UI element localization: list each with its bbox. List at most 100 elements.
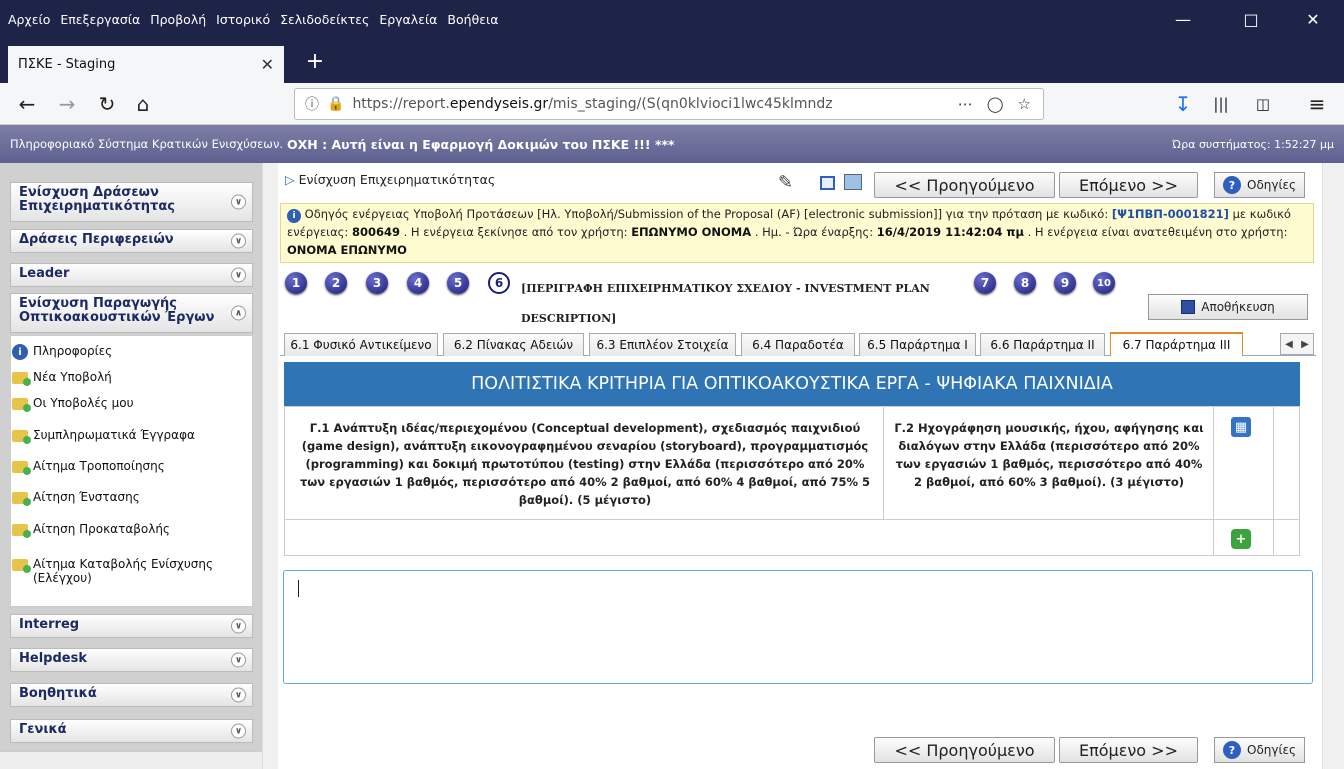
info-text: . Ημ. - Ώρα έναρξης: (754, 225, 874, 239)
sidebar-item-new-submission[interactable]: Νέα Υποβολή (12, 370, 237, 386)
url-bar[interactable]: ⓘ 🔒 https://report. ependyseis.gr/mis_sta… (294, 88, 1044, 120)
download-icon[interactable]: ↧ (1166, 83, 1200, 125)
table-view-icon[interactable] (820, 176, 835, 190)
chevron-down-icon[interactable]: ∨ (231, 267, 246, 283)
menu-file[interactable]: Αρχείο (8, 12, 50, 27)
comment-textarea[interactable] (283, 570, 1313, 684)
save-label: Αποθήκευση (1201, 300, 1275, 314)
page-actions-icon[interactable]: ⋯ (958, 95, 973, 113)
edit-note-icon[interactable]: ✎ (778, 172, 793, 193)
add-row-icon[interactable]: + (1231, 529, 1251, 549)
home-icon[interactable]: ⌂ (126, 83, 160, 125)
tab-6-7[interactable]: 6.7 Παράρτημα ΙΙΙ (1110, 332, 1243, 356)
section-label: Δράσεις Περιφερειών (19, 232, 174, 247)
action-info-box: i Οδηγός ενέργειας Υποβολή Προτάσεων [Ηλ… (280, 203, 1314, 263)
chevron-down-icon[interactable]: ∨ (231, 687, 246, 703)
bookmark-star-icon[interactable]: ☆ (1018, 95, 1031, 113)
tab-scroll-arrows: ◀ ▶ (1280, 333, 1314, 355)
help-button[interactable]: ? Οδηγίες (1214, 172, 1306, 198)
row-divider (285, 519, 1299, 520)
sidebar-section-leader[interactable]: Leader ∨ (10, 263, 253, 287)
close-tab-icon[interactable]: ✕ (261, 55, 274, 74)
browser-tab[interactable]: ΠΣΚΕ - Staging ✕ (8, 46, 284, 83)
sidebar-vertical-scrollbar[interactable] (262, 163, 278, 769)
next-button-bottom[interactable]: Επόμενο >> (1059, 737, 1198, 763)
tab-scroll-right-icon[interactable]: ▶ (1297, 334, 1313, 354)
save-button[interactable]: Αποθήκευση (1148, 294, 1308, 320)
tab-6-1[interactable]: 6.1 Φυσικό Αντικείμενο (284, 333, 438, 356)
new-tab-icon[interactable]: + (300, 46, 330, 76)
menu-tools[interactable]: Εργαλεία (379, 12, 437, 27)
sidebar-item-my-submissions[interactable]: Οι Υποβολές μου (12, 396, 237, 412)
step-3-button[interactable]: 3 (366, 272, 388, 294)
sidebar-section-auxiliary[interactable]: Βοηθητικά ∨ (10, 683, 253, 707)
sidebar-horizontal-scrollbar[interactable] (0, 751, 262, 769)
maximize-icon[interactable]: □ (1228, 0, 1274, 38)
pocket-icon[interactable]: ◯ (987, 95, 1004, 113)
folder-icon (12, 559, 31, 573)
grid-menu-icon[interactable]: ▦ (1231, 417, 1251, 437)
step-2-button[interactable]: 2 (325, 272, 347, 294)
tab-scroll-left-icon[interactable]: ◀ (1281, 334, 1297, 354)
chevron-down-icon[interactable]: ∨ (231, 618, 246, 634)
info-circle-icon[interactable]: ⓘ (305, 94, 319, 114)
step-8-button[interactable]: 8 (1014, 272, 1036, 294)
back-icon[interactable]: ← (10, 83, 44, 125)
step-4-button[interactable]: 4 (407, 272, 429, 294)
help-button-bottom[interactable]: ? Οδηγίες (1214, 737, 1306, 763)
sidebar-section-regions[interactable]: Δράσεις Περιφερειών ∨ (10, 229, 253, 253)
step-9-button[interactable]: 9 (1054, 272, 1076, 294)
sidebar-toggle-icon[interactable]: ◫ (1246, 83, 1280, 125)
menu-edit[interactable]: Επεξεργασία (60, 12, 140, 27)
main-vertical-scrollbar[interactable] (1322, 163, 1344, 769)
tab-6-5[interactable]: 6.5 Παράρτημα Ι (859, 333, 976, 356)
section-label: Ενίσχυση Δράσεων Επιχειρηματικότητας (19, 185, 175, 214)
library-icon[interactable]: ||| (1204, 83, 1238, 125)
item-label: Αίτημα Τροποποίησης (33, 459, 165, 473)
close-window-icon[interactable]: ✕ (1290, 0, 1336, 38)
app-header: Πληροφοριακό Σύστημα Κρατικών Ενισχύσεων… (0, 125, 1344, 163)
chevron-down-icon[interactable]: ∨ (231, 233, 246, 249)
section-label: Leader (19, 266, 70, 281)
previous-button[interactable]: << Προηγούμενο (874, 172, 1055, 198)
chevron-down-icon[interactable]: ∨ (231, 723, 246, 739)
sidebar-section-entrepreneurship[interactable]: Ενίσχυση Δράσεων Επιχειρηματικότητας ∨ (10, 182, 253, 222)
chevron-down-icon[interactable]: ∨ (231, 194, 246, 210)
step-7-button[interactable]: 7 (974, 272, 996, 294)
menu-help[interactable]: Βοήθεια (447, 12, 498, 27)
previous-button-bottom[interactable]: << Προηγούμενο (874, 737, 1055, 763)
folder-icon (12, 398, 31, 412)
sidebar-item-advance-payment[interactable]: Αίτηση Προκαταβολής (12, 522, 237, 538)
tab-6-6[interactable]: 6.6 Παράρτημα ΙΙ (980, 333, 1105, 356)
sidebar-section-general[interactable]: Γενικά ∨ (10, 719, 253, 743)
image-icon[interactable] (844, 174, 862, 190)
step-6-button[interactable]: 6 (488, 272, 510, 294)
breadcrumb-label[interactable]: Ενίσχυση Επιχειρηματικότητας (299, 172, 496, 187)
menu-history[interactable]: Ιστορικό (216, 12, 270, 27)
hamburger-menu-icon[interactable]: ≡ (1300, 83, 1334, 125)
menu-bookmarks[interactable]: Σελιδοδείκτες (280, 12, 369, 27)
chevron-up-icon[interactable]: ∧ (231, 305, 246, 321)
forward-icon[interactable]: → (50, 83, 84, 125)
sidebar-item-supplementary-docs[interactable]: Συμπληρωματικά Έγγραφα (12, 428, 237, 444)
browser-menu: Αρχείο Επεξεργασία Προβολή Ιστορικό Σελι… (8, 0, 498, 38)
step-1-button[interactable]: 1 (285, 272, 307, 294)
next-button[interactable]: Επόμενο >> (1059, 172, 1198, 198)
reload-icon[interactable]: ↻ (90, 83, 124, 125)
sidebar-item-objection[interactable]: Αίτηση Ένστασης (12, 490, 237, 506)
table-title: ΠΟΛΙΤΙΣΤΙΚΑ ΚΡΙΤΗΡΙΑ ΓΙΑ ΟΠΤΙΚΟΑΚΟΥΣΤΙΚΑ… (284, 362, 1300, 406)
sidebar-section-audiovisual[interactable]: Ενίσχυση Παραγωγής Οπτικοακουστικών Έργω… (10, 293, 253, 333)
sidebar-item-info[interactable]: i Πληροφορίες (12, 344, 237, 360)
menu-view[interactable]: Προβολή (150, 12, 206, 27)
chevron-down-icon[interactable]: ∨ (231, 652, 246, 668)
step-5-button[interactable]: 5 (447, 272, 469, 294)
step-10-button[interactable]: 10 (1093, 272, 1115, 294)
tab-6-4[interactable]: 6.4 Παραδοτέα (741, 333, 855, 356)
sidebar-section-interreg[interactable]: Interreg ∨ (10, 614, 253, 638)
minimize-icon[interactable]: — (1160, 0, 1206, 38)
sidebar-item-modification-request[interactable]: Αίτημα Τροποποίησης (12, 459, 237, 475)
tab-6-3[interactable]: 6.3 Επιπλέον Στοιχεία (589, 333, 736, 356)
sidebar-section-helpdesk[interactable]: Helpdesk ∨ (10, 648, 253, 672)
sidebar-item-payment-request[interactable]: Αίτημα Καταβολής Ενίσχυσης (Ελέγχου) (12, 557, 237, 585)
tab-6-2[interactable]: 6.2 Πίνακας Αδειών (443, 333, 584, 356)
